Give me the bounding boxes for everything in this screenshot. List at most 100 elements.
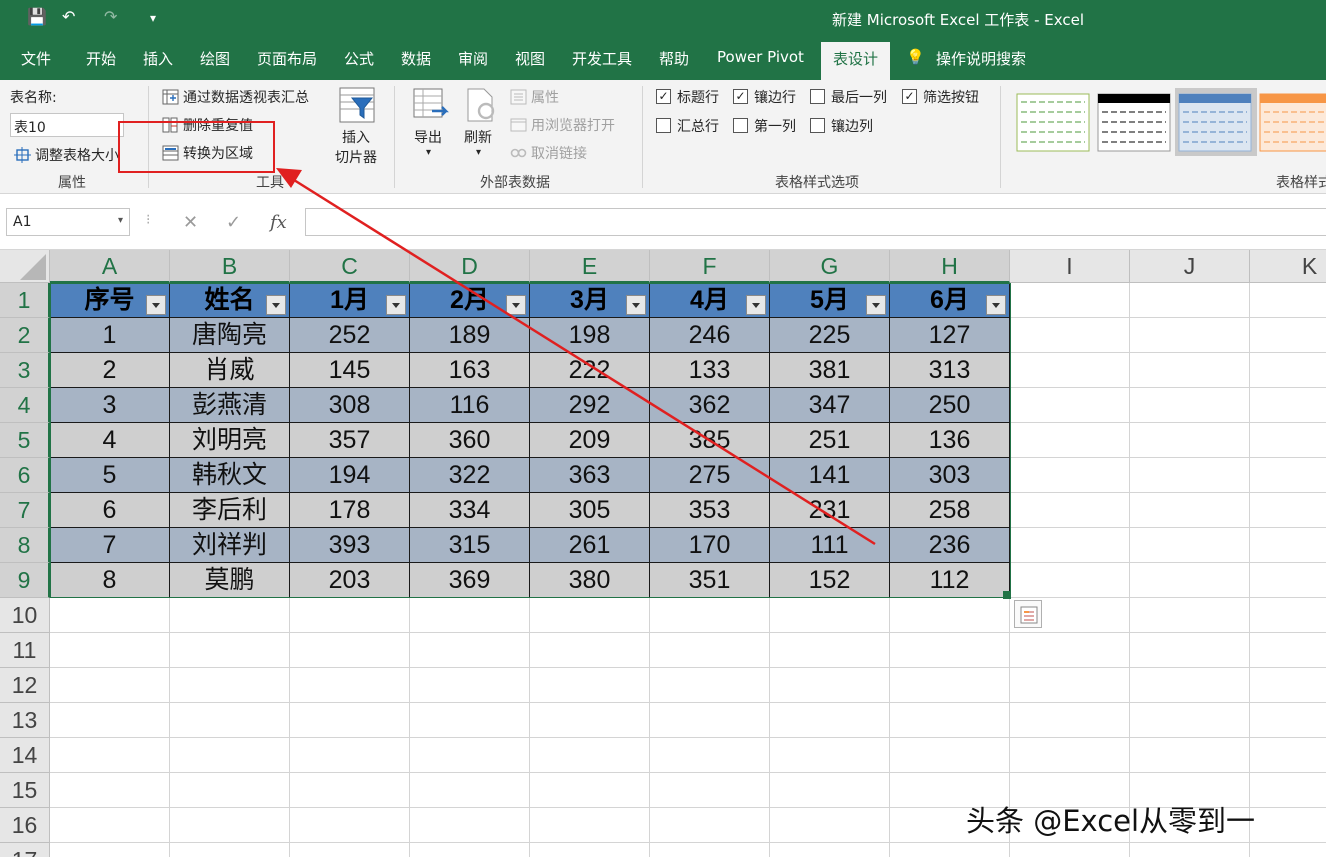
filter-dropdown-icon[interactable] xyxy=(266,295,286,315)
row-header-17[interactable]: 17 xyxy=(0,843,50,857)
table-cell[interactable]: 5 xyxy=(50,458,170,493)
total-row-checkbox[interactable] xyxy=(656,118,671,133)
cell[interactable] xyxy=(530,703,650,738)
cell[interactable] xyxy=(1010,703,1130,738)
cell[interactable] xyxy=(50,633,170,668)
cell[interactable] xyxy=(1130,528,1250,563)
cell[interactable] xyxy=(650,738,770,773)
insert-slicer-label-2[interactable]: 切片器 xyxy=(335,147,377,167)
table-name-input[interactable]: 表10 xyxy=(10,113,124,137)
table-cell[interactable]: 393 xyxy=(290,528,410,563)
cell[interactable] xyxy=(410,703,530,738)
undo-icon[interactable]: ↶ xyxy=(62,7,75,31)
cell[interactable] xyxy=(1010,528,1130,563)
table-cell[interactable]: 203 xyxy=(290,563,410,598)
filter-dropdown-icon[interactable] xyxy=(506,295,526,315)
cell[interactable] xyxy=(770,598,890,633)
cell[interactable] xyxy=(290,738,410,773)
table-cell[interactable]: 275 xyxy=(650,458,770,493)
cell[interactable] xyxy=(650,843,770,857)
table-cell[interactable]: 305 xyxy=(530,493,650,528)
name-box-dropdown-icon[interactable]: ▾ xyxy=(118,215,123,226)
cell[interactable] xyxy=(530,808,650,843)
table-cell[interactable]: 360 xyxy=(410,423,530,458)
column-header-g[interactable]: G xyxy=(770,250,890,283)
row-header-6[interactable]: 6 xyxy=(0,458,50,493)
cell[interactable] xyxy=(1010,738,1130,773)
table-cell[interactable]: 362 xyxy=(650,388,770,423)
cell[interactable] xyxy=(1250,563,1326,598)
name-box[interactable]: A1 ▾ xyxy=(6,208,130,236)
cell[interactable] xyxy=(1130,738,1250,773)
table-cell[interactable]: 112 xyxy=(890,563,1010,598)
table-cell[interactable]: 250 xyxy=(890,388,1010,423)
cell[interactable] xyxy=(1250,388,1326,423)
cell[interactable] xyxy=(1250,703,1326,738)
cell[interactable] xyxy=(650,808,770,843)
cell[interactable] xyxy=(770,738,890,773)
cell[interactable] xyxy=(170,633,290,668)
row-header-9[interactable]: 9 xyxy=(0,563,50,598)
cell[interactable] xyxy=(650,633,770,668)
table-cell[interactable]: 209 xyxy=(530,423,650,458)
quick-analysis-icon[interactable] xyxy=(1014,600,1042,628)
cell[interactable] xyxy=(1130,843,1250,857)
cell[interactable] xyxy=(530,738,650,773)
table-header-cell[interactable]: 6月 xyxy=(890,283,1010,318)
tell-me-search[interactable]: 操作说明搜索 xyxy=(936,48,1026,69)
cell[interactable] xyxy=(890,598,1010,633)
row-header-11[interactable]: 11 xyxy=(0,633,50,668)
cell[interactable] xyxy=(50,703,170,738)
table-cell[interactable]: 3 xyxy=(50,388,170,423)
table-cell[interactable]: 334 xyxy=(410,493,530,528)
table-cell[interactable]: 8 xyxy=(50,563,170,598)
table-cell[interactable]: 163 xyxy=(410,353,530,388)
table-resize-handle[interactable] xyxy=(1003,591,1011,599)
table-cell[interactable]: 313 xyxy=(890,353,1010,388)
table-header-cell[interactable]: 2月 xyxy=(410,283,530,318)
cell[interactable] xyxy=(410,773,530,808)
filter-dropdown-icon[interactable] xyxy=(866,295,886,315)
cell[interactable] xyxy=(50,808,170,843)
resize-table-button[interactable]: 调整表格大小 xyxy=(14,145,119,165)
cell[interactable] xyxy=(1130,668,1250,703)
enter-icon[interactable]: ✓ xyxy=(226,212,241,233)
refresh-button[interactable]: 刷新 xyxy=(464,127,492,147)
table-header-cell[interactable]: 5月 xyxy=(770,283,890,318)
cell[interactable] xyxy=(890,668,1010,703)
column-header-f[interactable]: F xyxy=(650,250,770,283)
header-row-checkbox[interactable]: ✓ xyxy=(656,89,671,104)
row-header-12[interactable]: 12 xyxy=(0,668,50,703)
cell[interactable] xyxy=(290,598,410,633)
cell[interactable] xyxy=(530,598,650,633)
table-header-cell[interactable]: 1月 xyxy=(290,283,410,318)
cell[interactable] xyxy=(170,738,290,773)
cell[interactable] xyxy=(650,598,770,633)
table-cell[interactable]: 6 xyxy=(50,493,170,528)
table-cell[interactable]: 194 xyxy=(290,458,410,493)
refresh-dropdown-icon[interactable]: ▾ xyxy=(476,147,481,158)
cell[interactable] xyxy=(530,773,650,808)
row-header-10[interactable]: 10 xyxy=(0,598,50,633)
export-button[interactable]: 导出 xyxy=(414,127,442,147)
cell[interactable] xyxy=(410,738,530,773)
row-header-5[interactable]: 5 xyxy=(0,423,50,458)
banded-rows-checkbox[interactable]: ✓ xyxy=(733,89,748,104)
table-header-cell[interactable]: 3月 xyxy=(530,283,650,318)
tab-insert[interactable]: 插入 xyxy=(143,48,173,69)
table-cell[interactable]: 369 xyxy=(410,563,530,598)
table-header-cell[interactable]: 姓名 xyxy=(170,283,290,318)
cell[interactable] xyxy=(1010,388,1130,423)
cell[interactable] xyxy=(650,703,770,738)
cell[interactable] xyxy=(1250,808,1326,843)
table-cell[interactable]: 380 xyxy=(530,563,650,598)
cell[interactable] xyxy=(1010,843,1130,857)
table-cell[interactable]: 189 xyxy=(410,318,530,353)
cell[interactable] xyxy=(1250,738,1326,773)
row-header-14[interactable]: 14 xyxy=(0,738,50,773)
cell[interactable] xyxy=(50,773,170,808)
table-cell[interactable]: 308 xyxy=(290,388,410,423)
filter-dropdown-icon[interactable] xyxy=(746,295,766,315)
table-cell[interactable]: 252 xyxy=(290,318,410,353)
cell[interactable] xyxy=(1130,598,1250,633)
